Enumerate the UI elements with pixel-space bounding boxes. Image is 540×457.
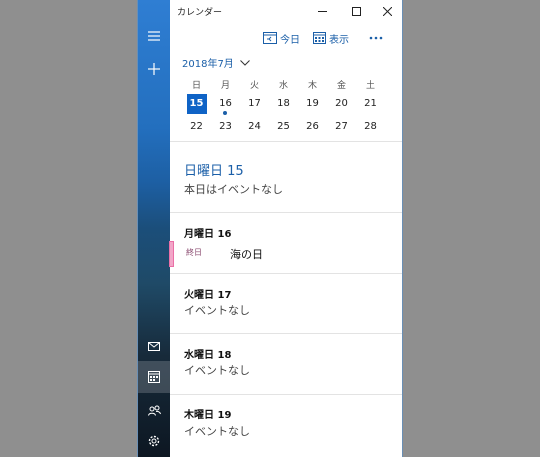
weekday-mon: 月: [220, 81, 230, 91]
divider: [170, 141, 402, 142]
day-number: 18: [277, 98, 290, 109]
calendar-window: カレンダー 今日 表示 2018年7月 日 月 火 水 木 金 土 15 16 …: [138, 0, 402, 457]
maximize-icon: [351, 6, 361, 16]
navigation-rail: [138, 0, 170, 457]
agenda-day-heading: 木曜日 19: [184, 410, 232, 421]
hamburger-menu-button[interactable]: [138, 20, 170, 52]
agenda-day-heading: 日曜日 15: [184, 164, 244, 179]
plus-icon: [148, 63, 160, 75]
event-dot: [223, 111, 227, 115]
month-selector[interactable]: 2018年7月: [182, 55, 250, 70]
settings-icon: [148, 435, 160, 447]
minimize-button[interactable]: [310, 1, 334, 21]
today-icon: [263, 32, 277, 44]
weekday-tue: 火: [249, 81, 259, 91]
divider: [170, 333, 402, 334]
calendar-day[interactable]: 22: [182, 117, 211, 137]
more-button[interactable]: [369, 28, 383, 48]
calendar-week-2: 22 23 24 25 26 27 28: [182, 117, 396, 137]
mail-button[interactable]: [138, 330, 170, 362]
mail-icon: [148, 341, 160, 351]
calendar-day[interactable]: 19: [298, 94, 327, 114]
agenda-day-heading: 月曜日 16: [184, 229, 232, 240]
weekday-fri: 金: [336, 81, 346, 91]
weekday-header: 日 月 火 水 木 金 土: [182, 78, 396, 91]
view-label: 表示: [329, 34, 349, 46]
weekday-sun: 日: [191, 81, 201, 91]
day-number: 27: [335, 121, 348, 132]
weekday-wed: 水: [278, 81, 288, 91]
day-number: 24: [248, 121, 261, 132]
day-number: 15: [189, 98, 204, 109]
day-number: 21: [364, 98, 377, 109]
more-icon: [369, 36, 383, 40]
settings-button[interactable]: [138, 425, 170, 457]
event-time: 終日: [186, 248, 202, 257]
calendar-icon: [148, 371, 160, 383]
people-button[interactable]: [138, 394, 170, 426]
weekday-thu: 木: [307, 81, 317, 91]
day-number: 20: [335, 98, 348, 109]
day-number: 17: [248, 98, 261, 109]
day-number: 22: [190, 121, 203, 132]
calendar-day[interactable]: 18: [269, 94, 298, 114]
day-number: 19: [306, 98, 319, 109]
agenda-day-heading: 水曜日 18: [184, 350, 232, 361]
calendar-day[interactable]: 20: [327, 94, 356, 114]
day-number: 23: [219, 121, 232, 132]
divider: [170, 212, 402, 213]
chevron-down-icon: [239, 59, 250, 66]
calendar-day[interactable]: 21: [356, 94, 385, 114]
divider: [170, 273, 402, 274]
event-title[interactable]: 海の日: [230, 246, 263, 262]
day-number: 25: [277, 121, 290, 132]
calendar-day[interactable]: 17: [240, 94, 269, 114]
calendar-day[interactable]: 24: [240, 117, 269, 137]
calendar-week-1: 15 16 17 18 19 20 21: [182, 94, 396, 115]
title-bar: カレンダー: [170, 0, 402, 22]
weekday-sat: 土: [365, 81, 375, 91]
maximize-button[interactable]: [344, 1, 368, 21]
close-button[interactable]: [375, 1, 399, 21]
agenda-no-events: イベントなし: [184, 364, 250, 377]
agenda-no-events: イベントなし: [184, 425, 250, 438]
today-button[interactable]: 今日: [263, 28, 300, 48]
day-number: 16: [219, 98, 232, 109]
event-color-marker: [169, 241, 174, 267]
day-number: 28: [364, 121, 377, 132]
calendar-day[interactable]: 25: [269, 117, 298, 137]
new-event-button[interactable]: [138, 53, 170, 85]
agenda-no-events: 本日はイベントなし: [184, 183, 283, 196]
main-pane: カレンダー 今日 表示 2018年7月 日 月 火 水 木 金 土 15 16 …: [169, 0, 402, 457]
view-icon: [313, 32, 326, 44]
minimize-icon: [317, 10, 327, 12]
agenda-day-heading: 火曜日 17: [184, 290, 232, 301]
people-icon: [147, 405, 161, 416]
today-label: 今日: [280, 34, 300, 46]
hamburger-icon: [148, 31, 160, 41]
divider: [170, 394, 402, 395]
calendar-day-today[interactable]: 15: [182, 94, 211, 114]
calendar-day[interactable]: 16: [211, 94, 240, 115]
window-title: カレンダー: [177, 8, 223, 18]
calendar-day[interactable]: 23: [211, 117, 240, 137]
calendar-day[interactable]: 27: [327, 117, 356, 137]
month-label: 2018年7月: [182, 59, 234, 70]
calendar-day[interactable]: 26: [298, 117, 327, 137]
day-number: 26: [306, 121, 319, 132]
close-icon: [382, 6, 392, 16]
calendar-nav-button[interactable]: [138, 361, 170, 393]
agenda-no-events: イベントなし: [184, 304, 250, 317]
calendar-day[interactable]: 28: [356, 117, 385, 137]
view-button[interactable]: 表示: [313, 28, 349, 48]
